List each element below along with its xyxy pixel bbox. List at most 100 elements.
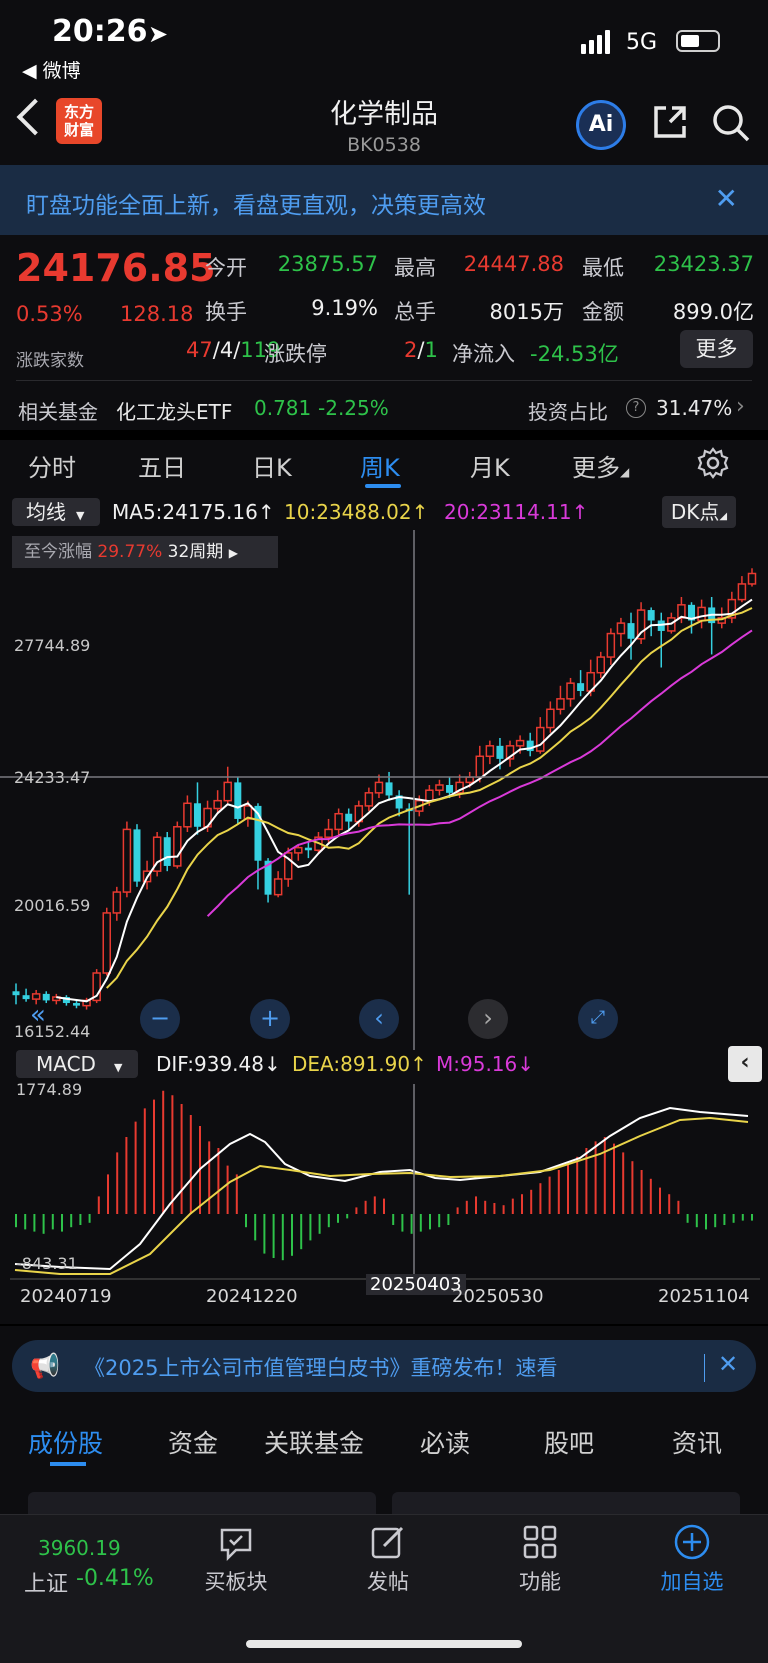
tab-components[interactable]: 成份股	[28, 1424, 103, 1460]
macd-chart[interactable]	[0, 1084, 768, 1280]
ad-banner-text[interactable]: 《2025上市公司市值管理白皮书》重磅发布！速看	[84, 1352, 557, 1382]
zoom-out-button[interactable]: −	[140, 999, 180, 1039]
candle-body	[234, 782, 242, 819]
tab-five-day[interactable]: 五日	[138, 448, 186, 483]
ai-button[interactable]: Ai	[576, 100, 626, 150]
home-indicator	[246, 1640, 522, 1648]
post-label[interactable]: 发帖	[338, 1566, 438, 1596]
candle-body	[556, 698, 565, 711]
index-value: 3960.19	[38, 1536, 121, 1560]
divider	[16, 380, 752, 381]
tab-funds[interactable]: 资金	[168, 1424, 218, 1460]
ad-close-icon[interactable]: ✕	[718, 1350, 738, 1378]
candle-body	[737, 583, 747, 601]
candle-body	[616, 622, 626, 635]
tab-related-funds[interactable]: 关联基金	[264, 1424, 364, 1460]
inflow-label: 净流入	[452, 342, 515, 366]
content-card	[392, 1492, 740, 1516]
candle-body	[223, 781, 232, 802]
tab-weekly-k[interactable]: 周K	[360, 448, 400, 483]
candle-body	[465, 776, 474, 784]
candle-body	[122, 828, 132, 893]
divider	[0, 1324, 768, 1326]
function-grid-icon[interactable]	[520, 1522, 560, 1562]
more-quote-button[interactable]: 更多	[680, 330, 753, 368]
dk-point-button[interactable]: DK点◢	[662, 496, 736, 528]
candle-body	[425, 789, 434, 802]
price-axis-label: 20016.59	[14, 896, 91, 915]
candle-body	[596, 656, 606, 674]
ma10-value: 10:23488.02↑	[284, 500, 429, 524]
active-tab-indicator	[365, 484, 401, 488]
low-label: 最低	[582, 256, 624, 280]
open-label: 今开	[205, 256, 247, 280]
candle-body	[627, 623, 635, 639]
candle-body	[294, 846, 303, 854]
adv-decline-label: 涨跌家数	[16, 351, 84, 371]
candlestick-chart[interactable]	[0, 530, 768, 1050]
add-watchlist-icon[interactable]	[672, 1522, 712, 1562]
date-label: 20241220	[206, 1286, 298, 1307]
date-label: 20251104	[658, 1286, 750, 1307]
tab-must-read[interactable]: 必读	[420, 1424, 470, 1460]
m-value: M:95.16↓	[436, 1052, 535, 1076]
amount-label: 金额	[582, 300, 624, 324]
tab-intraday[interactable]: 分时	[28, 448, 76, 483]
back-to-app-link[interactable]: ◀ 微博	[22, 56, 81, 83]
candle-body	[577, 683, 585, 691]
volume-value: 8015万	[489, 300, 564, 324]
candle-body	[606, 632, 616, 658]
candle-body	[173, 826, 182, 867]
tab-monthly-k[interactable]: 月K	[470, 448, 510, 483]
tab-more[interactable]: 更多◢	[572, 448, 629, 483]
feature-banner-text: 盯盘功能全面上新，看盘更直观，决策更高效	[26, 193, 486, 219]
tab-news[interactable]: 资讯	[672, 1424, 722, 1460]
related-fund-name[interactable]: 化工龙头ETF	[116, 396, 232, 425]
chevron-right-icon[interactable]: ›	[736, 394, 745, 419]
candle-body	[475, 755, 485, 778]
search-icon[interactable]	[710, 102, 752, 144]
banner-close-icon[interactable]: ✕	[715, 182, 738, 215]
tab-daily-k[interactable]: 日K	[252, 448, 292, 483]
index-pct: -0.41%	[76, 1566, 154, 1591]
scroll-left-button[interactable]: ‹	[359, 999, 399, 1039]
high-label: 最高	[394, 256, 436, 280]
candle-body	[364, 792, 374, 807]
function-label[interactable]: 功能	[490, 1566, 590, 1596]
buy-sector-icon[interactable]	[216, 1522, 256, 1562]
macd-axis-bottom: -843.31	[16, 1254, 78, 1273]
share-icon[interactable]	[650, 102, 690, 142]
double-left-icon[interactable]: «	[30, 1000, 46, 1030]
post-edit-icon[interactable]	[368, 1522, 408, 1562]
candle-body	[546, 708, 555, 729]
add-watchlist-label[interactable]: 加自选	[642, 1566, 742, 1596]
buy-sector-label[interactable]: 买板块	[186, 1566, 286, 1596]
location-arrow-icon: ➤	[148, 20, 169, 48]
macd-select[interactable]: MACD ▼	[16, 1050, 138, 1078]
help-icon[interactable]: ?	[626, 398, 646, 418]
macd-axis-top: 1774.89	[16, 1080, 83, 1099]
inflow-value: -24.53亿	[530, 342, 619, 366]
indicator-select[interactable]: 均线 ▼	[12, 498, 100, 526]
candle-body	[112, 891, 122, 914]
candle-body	[345, 813, 353, 822]
index-name[interactable]: 上证	[24, 1566, 68, 1598]
network-type: 5G	[626, 30, 658, 55]
tab-forum[interactable]: 股吧	[544, 1424, 594, 1460]
candle-body	[273, 878, 283, 896]
zoom-in-button[interactable]: +	[250, 999, 290, 1039]
collapse-panel-button[interactable]: ‹	[728, 1046, 762, 1082]
candle-body	[566, 682, 575, 700]
candle-body	[485, 745, 495, 758]
candle-body	[446, 785, 454, 793]
price-axis-label: 27744.89	[14, 636, 91, 655]
price-axis-label: 16152.44	[14, 1022, 91, 1041]
fullscreen-icon[interactable]: ⤢	[578, 999, 618, 1039]
candle-body	[374, 781, 384, 794]
date-label: 20240719	[20, 1286, 112, 1307]
since-gain-box[interactable]: 至今涨幅 29.77% 32周期 ▶	[12, 536, 278, 568]
change-amount: 128.18	[120, 302, 194, 326]
settings-gear-icon[interactable]	[696, 446, 730, 480]
scroll-right-button[interactable]: ›	[468, 999, 508, 1039]
price-axis-label: 24233.47	[14, 768, 91, 787]
